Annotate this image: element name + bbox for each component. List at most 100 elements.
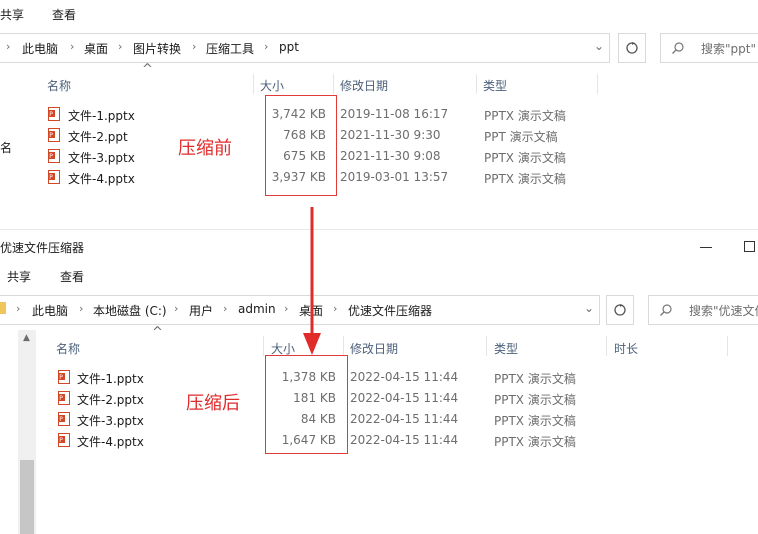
search-box[interactable]: 搜索"ppt" <box>660 33 758 63</box>
column-divider[interactable] <box>597 74 598 94</box>
annotation-after: 压缩后 <box>186 393 240 414</box>
pptx-file-icon: P <box>58 412 70 426</box>
minimize-icon[interactable] <box>700 247 712 248</box>
column-divider[interactable] <box>486 336 487 356</box>
refresh-icon <box>614 304 626 316</box>
nav-pane-item-cut[interactable]: 名 <box>0 139 12 156</box>
breadcrumb-item[interactable]: 压缩工具 <box>206 40 254 57</box>
svg-text:P: P <box>49 111 53 118</box>
column-divider[interactable] <box>476 74 477 94</box>
svg-text:P: P <box>59 416 63 423</box>
column-header-name[interactable]: 名称 <box>56 340 80 357</box>
column-divider[interactable] <box>606 336 607 356</box>
ppt-file-icon: P <box>48 128 60 142</box>
breadcrumb-separator: › <box>192 40 197 53</box>
breadcrumb-separator: › <box>118 40 123 53</box>
breadcrumb-separator: › <box>174 302 179 315</box>
file-date: 2021-11-30 9:08 <box>340 149 441 163</box>
refresh-icon <box>626 42 638 54</box>
highlight-box <box>265 95 337 196</box>
file-date: 2022-04-15 11:44 <box>350 370 459 384</box>
svg-text:P: P <box>49 132 53 139</box>
annotation-before: 压缩前 <box>178 138 232 159</box>
refresh-button[interactable] <box>606 295 634 325</box>
ribbon-tab-share[interactable]: 共享 <box>0 6 24 23</box>
file-date: 2022-04-15 11:44 <box>350 391 459 405</box>
breadcrumb-separator: › <box>79 302 84 315</box>
breadcrumb-item[interactable]: 此电脑 <box>32 302 68 319</box>
breadcrumb-item[interactable]: 本地磁盘 (C:) <box>93 302 167 319</box>
column-divider[interactable] <box>333 74 334 94</box>
column-divider[interactable] <box>253 74 254 94</box>
search-placeholder: 搜索"优速文件 <box>689 304 758 318</box>
breadcrumb-item[interactable]: ppt <box>279 40 299 54</box>
pptx-file-icon: P <box>58 391 70 405</box>
breadcrumb-item[interactable]: 此电脑 <box>22 40 58 57</box>
file-date: 2019-03-01 13:57 <box>340 170 449 184</box>
file-type: PPTX 演示文稿 <box>484 172 566 186</box>
sort-up-icon: ^ <box>142 62 153 77</box>
pptx-file-icon: P <box>58 370 70 384</box>
svg-text:P: P <box>49 153 53 160</box>
breadcrumb-item[interactable]: 用户 <box>189 302 213 319</box>
breadcrumb-separator: › <box>16 302 21 315</box>
file-type: PPTX 演示文稿 <box>484 151 566 165</box>
ribbon-tab-view[interactable]: 查看 <box>52 6 76 23</box>
column-header-type[interactable]: 类型 <box>494 340 518 357</box>
file-date: 2021-11-30 9:30 <box>340 128 441 142</box>
column-divider[interactable] <box>343 336 344 356</box>
search-box[interactable]: 搜索"优速文件 <box>648 295 758 325</box>
svg-text:P: P <box>49 174 53 181</box>
window-title: 优速文件压缩器 <box>0 241 85 255</box>
column-header-date[interactable]: 修改日期 <box>340 77 388 94</box>
file-name: 文件-3.pptx <box>68 151 135 165</box>
search-icon <box>672 42 684 54</box>
chevron-down-icon[interactable]: ⌄ <box>594 39 604 53</box>
file-name: 文件-4.pptx <box>77 435 144 449</box>
column-header-name[interactable]: 名称 <box>47 77 71 94</box>
breadcrumb-item[interactable]: 图片转换 <box>133 40 181 57</box>
ribbon-tab-view[interactable]: 查看 <box>60 268 84 285</box>
red-arrow-icon <box>303 207 321 355</box>
column-header-type[interactable]: 类型 <box>483 77 507 94</box>
search-placeholder: 搜索"ppt" <box>701 42 756 56</box>
svg-text:P: P <box>59 374 63 381</box>
pptx-file-icon: P <box>48 149 60 163</box>
breadcrumb-item[interactable]: 优速文件压缩器 <box>348 302 432 319</box>
column-header-date[interactable]: 修改日期 <box>350 340 398 357</box>
svg-text:P: P <box>59 437 63 444</box>
file-name: 文件-1.pptx <box>77 372 144 386</box>
breadcrumb-separator: › <box>70 40 75 53</box>
breadcrumb-separator: › <box>284 302 289 315</box>
file-type: PPTX 演示文稿 <box>484 109 566 123</box>
maximize-icon[interactable] <box>744 241 755 252</box>
file-type: PPTX 演示文稿 <box>494 393 576 407</box>
highlight-box <box>265 355 348 454</box>
column-header-size[interactable]: 大小 <box>260 77 284 94</box>
column-divider[interactable] <box>727 336 728 356</box>
column-header-length[interactable]: 时长 <box>614 340 638 357</box>
pptx-file-icon: P <box>58 433 70 447</box>
file-date: 2019-11-08 16:17 <box>340 107 449 121</box>
window-divider <box>0 229 758 230</box>
chevron-down-icon[interactable]: ⌄ <box>584 301 594 315</box>
file-name: 文件-4.pptx <box>68 172 135 186</box>
ribbon-tab-share[interactable]: 共享 <box>7 268 31 285</box>
file-type: PPTX 演示文稿 <box>494 435 576 449</box>
refresh-button[interactable] <box>618 33 646 63</box>
search-icon <box>660 304 672 316</box>
pptx-file-icon: P <box>48 170 60 184</box>
breadcrumb-separator: › <box>333 302 338 315</box>
scrollbar-thumb[interactable] <box>20 460 34 534</box>
column-divider[interactable] <box>263 336 264 356</box>
breadcrumb-item[interactable]: 桌面 <box>84 40 108 57</box>
svg-text:P: P <box>59 395 63 402</box>
breadcrumb-separator: › <box>6 40 11 53</box>
file-type: PPT 演示文稿 <box>484 130 558 144</box>
breadcrumb-separator: › <box>264 40 269 53</box>
folder-icon <box>0 302 6 314</box>
file-name: 文件-1.pptx <box>68 109 135 123</box>
file-type: PPTX 演示文稿 <box>494 372 576 386</box>
scroll-up-icon[interactable]: ▲ <box>23 333 30 343</box>
breadcrumb-item[interactable]: admin <box>238 302 276 316</box>
